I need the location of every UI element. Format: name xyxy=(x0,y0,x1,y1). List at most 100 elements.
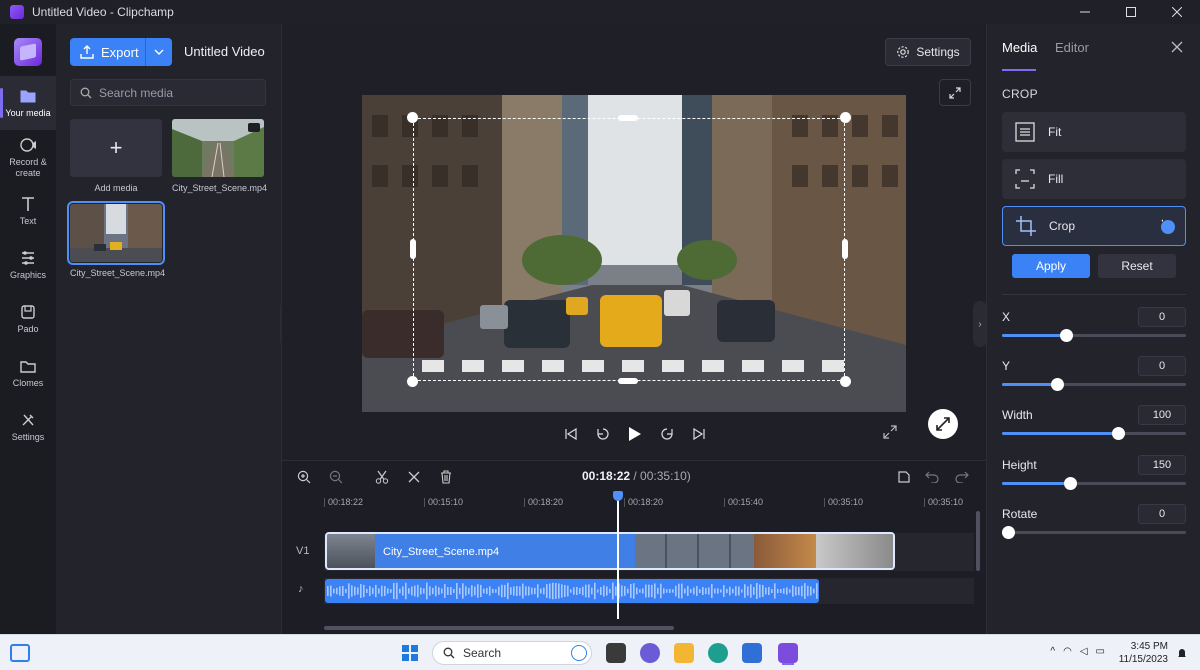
media-thumbnail[interactable] xyxy=(172,119,264,177)
notification-bell-icon[interactable] xyxy=(1176,647,1188,659)
add-media-tile[interactable]: + Add media xyxy=(70,119,162,193)
timeline-horizontal-scrollbar[interactable] xyxy=(324,626,674,630)
export-button[interactable]: Export xyxy=(70,38,146,66)
task-view-icon[interactable] xyxy=(606,643,626,663)
x-slider[interactable] xyxy=(1002,329,1186,342)
edge-icon[interactable] xyxy=(708,643,728,663)
fit-option[interactable]: Fit xyxy=(1002,112,1186,152)
close-panel-button[interactable] xyxy=(1171,40,1185,54)
zoom-out-button[interactable] xyxy=(328,469,344,485)
crop-handle-bottom-left[interactable] xyxy=(407,376,418,387)
apply-button[interactable]: Apply xyxy=(1012,254,1090,278)
tab-media[interactable]: Media xyxy=(1002,40,1037,55)
record-icon xyxy=(20,138,36,152)
chevron-up-icon[interactable]: ^ xyxy=(1050,646,1055,657)
forward-icon xyxy=(661,428,673,440)
widgets-icon[interactable] xyxy=(10,644,30,662)
timeline-vertical-scrollbar[interactable] xyxy=(976,511,980,571)
store-icon[interactable] xyxy=(742,643,762,663)
crop-option[interactable]: Crop xyxy=(1002,206,1186,246)
close-window-button[interactable] xyxy=(1154,0,1200,24)
crop-handle-top[interactable] xyxy=(618,115,638,121)
battery-icon[interactable]: ▭ xyxy=(1096,646,1105,657)
height-value-input[interactable]: 150 xyxy=(1138,455,1186,475)
video-clip[interactable]: City_Street_Scene.mp4 xyxy=(325,532,895,570)
media-thumbnail[interactable] xyxy=(67,201,165,265)
fill-option[interactable]: Fill xyxy=(1002,159,1186,199)
crop-handle-bottom[interactable] xyxy=(618,378,638,384)
clock-time: 3:45 PM xyxy=(1130,641,1168,652)
timeline-ruler[interactable]: 00:18:22 00:15:10 00:18:20 00:18:20 00:1… xyxy=(322,493,986,511)
skip-back-button[interactable] xyxy=(562,425,580,443)
settings-button[interactable]: Settings xyxy=(885,38,971,66)
rail-item-settings[interactable]: Settings xyxy=(0,400,56,454)
taskbar-search[interactable]: Search xyxy=(432,641,592,665)
y-value-input[interactable]: 0 xyxy=(1138,356,1186,376)
file-explorer-icon[interactable] xyxy=(674,643,694,663)
rotate-value-input[interactable]: 0 xyxy=(1138,504,1186,524)
media-item[interactable]: City_Street_Scene.mp4 xyxy=(172,119,267,193)
rewind-button[interactable] xyxy=(594,425,612,443)
slider-knob[interactable] xyxy=(1001,526,1015,539)
height-slider[interactable] xyxy=(1002,477,1186,490)
rail-item-pado[interactable]: Pado xyxy=(0,292,56,346)
rail-item-your-media[interactable]: Your media xyxy=(0,76,56,130)
reset-button[interactable]: Reset xyxy=(1098,254,1176,278)
x-value-input[interactable]: 0 xyxy=(1138,307,1186,327)
width-value-input[interactable]: 100 xyxy=(1138,405,1186,425)
rail-item-graphics[interactable]: Graphics xyxy=(0,238,56,292)
split-button[interactable] xyxy=(374,469,390,485)
y-slider[interactable] xyxy=(1002,378,1186,391)
rail-item-text[interactable]: Text xyxy=(0,184,56,238)
slider-knob[interactable] xyxy=(1051,378,1065,391)
volume-icon[interactable]: ◁ xyxy=(1080,646,1088,657)
forward-button[interactable] xyxy=(658,425,676,443)
project-title[interactable]: Untitled Video xyxy=(184,44,265,59)
video-preview[interactable] xyxy=(362,95,906,412)
crop-handle-top-left[interactable] xyxy=(407,112,418,123)
redo-button[interactable] xyxy=(954,469,970,485)
crop-frame[interactable] xyxy=(413,118,845,381)
crop-handle-left[interactable] xyxy=(410,239,416,259)
wifi-icon[interactable]: ◠ xyxy=(1063,646,1072,657)
undo-button[interactable] xyxy=(924,469,940,485)
zoom-in-button[interactable] xyxy=(296,469,312,485)
slider-knob[interactable] xyxy=(1111,427,1125,440)
fullscreen-button[interactable] xyxy=(939,79,971,106)
fit-to-screen-button[interactable] xyxy=(883,425,901,443)
transform-button[interactable] xyxy=(928,409,958,439)
crop-handle-top-right[interactable] xyxy=(840,112,851,123)
clock-date: 11/15/2023 xyxy=(1118,654,1168,665)
start-button[interactable] xyxy=(402,645,418,661)
minimize-button[interactable] xyxy=(1062,0,1108,24)
crop-handle-right[interactable] xyxy=(842,239,848,259)
collapse-properties-panel-handle[interactable]: › xyxy=(973,301,987,347)
fit-timeline-button[interactable] xyxy=(896,469,912,485)
tab-editor[interactable]: Editor xyxy=(1055,40,1089,55)
audio-clip[interactable] xyxy=(325,579,819,603)
fill-icon xyxy=(1015,169,1035,189)
settings-icon xyxy=(22,414,34,426)
export-dropdown-button[interactable] xyxy=(146,38,172,66)
slider-knob[interactable] xyxy=(1060,329,1074,342)
maximize-button[interactable] xyxy=(1108,0,1154,24)
width-slider[interactable] xyxy=(1002,427,1186,440)
clipchamp-taskbar-icon[interactable] xyxy=(778,643,798,663)
chat-icon[interactable] xyxy=(640,643,660,663)
rotate-slider[interactable] xyxy=(1001,526,1186,539)
add-media-button[interactable]: + xyxy=(70,119,162,177)
rail-item-record-create[interactable]: Record & create xyxy=(0,130,56,184)
search-media-input[interactable] xyxy=(99,85,259,100)
skip-forward-button[interactable] xyxy=(690,425,708,443)
slider-knob[interactable] xyxy=(1064,477,1078,490)
play-button[interactable] xyxy=(626,425,644,443)
crop-handle-bottom-right[interactable] xyxy=(840,376,851,387)
remove-gap-button[interactable] xyxy=(406,469,422,485)
rail-item-clomes[interactable]: Clomes xyxy=(0,346,56,400)
media-item-selected[interactable]: City_Street_Scene.mp4 xyxy=(67,201,165,278)
rail-label: Graphics xyxy=(9,270,46,281)
playhead[interactable] xyxy=(613,491,623,619)
taskbar-clock[interactable]: 3:45 PM 11/15/2023 xyxy=(1119,640,1168,666)
graphics-icon xyxy=(22,251,34,266)
delete-button[interactable] xyxy=(438,469,454,485)
